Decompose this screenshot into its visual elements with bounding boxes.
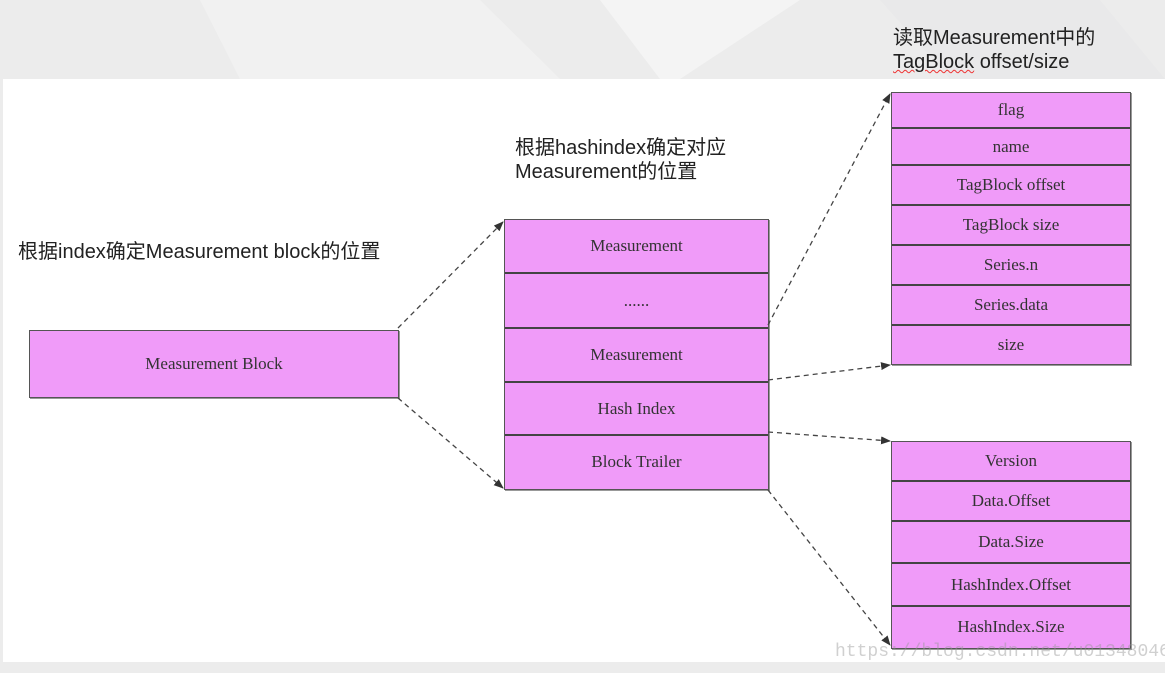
dashed-arrow-1 xyxy=(397,221,504,329)
dashed-arrow-2 xyxy=(397,397,504,489)
dashed-arrow-5 xyxy=(767,431,891,445)
arrows-layer xyxy=(397,93,891,646)
dashed-arrow-3 xyxy=(767,93,891,326)
watermark: https://blog.csdn.net/u013480467 xyxy=(835,642,1165,662)
dashed-arrow-4 xyxy=(767,362,891,381)
dashed-arrow-6 xyxy=(767,489,891,646)
